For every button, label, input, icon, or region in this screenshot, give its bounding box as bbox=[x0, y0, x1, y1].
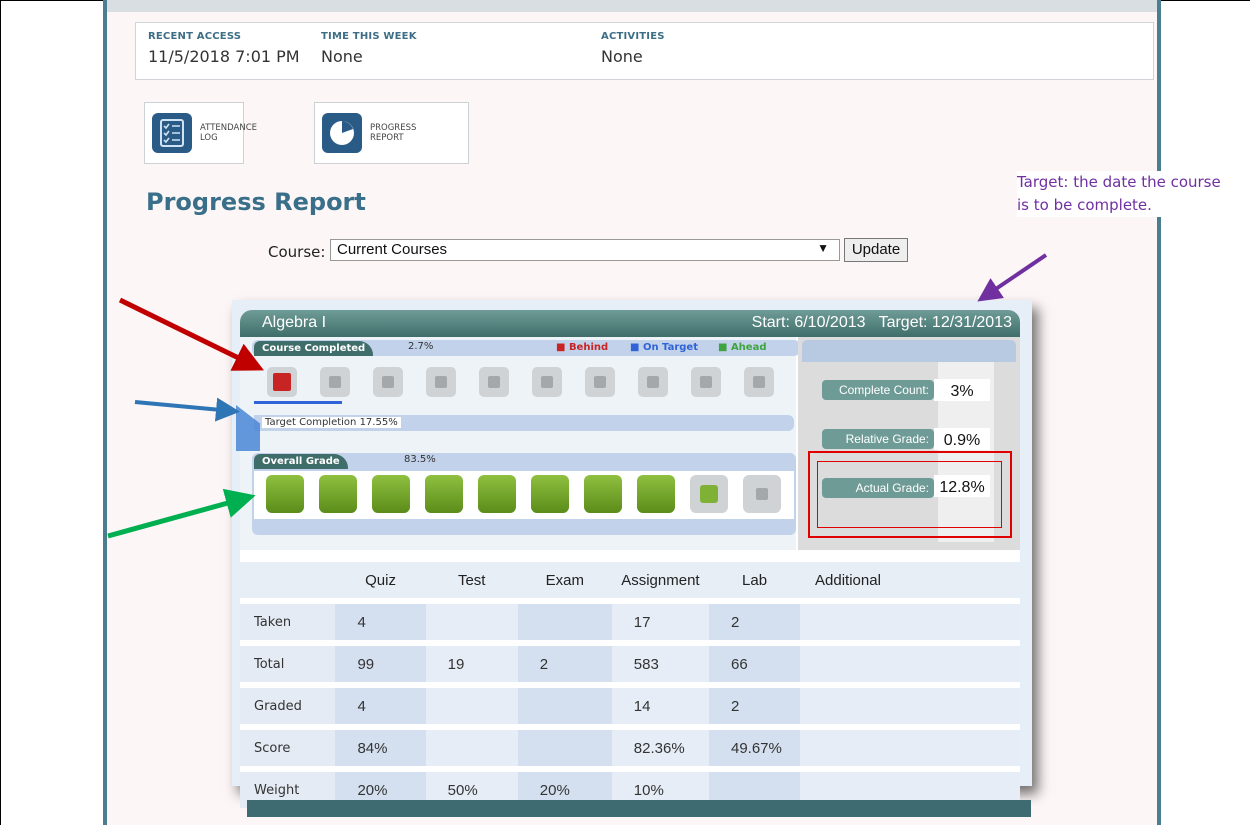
annotation-arrows bbox=[107, 253, 1048, 539]
red-arrow bbox=[118, 297, 264, 371]
blue-arrow bbox=[134, 397, 240, 422]
purple-arrow bbox=[977, 253, 1048, 302]
green-arrow bbox=[107, 488, 256, 539]
